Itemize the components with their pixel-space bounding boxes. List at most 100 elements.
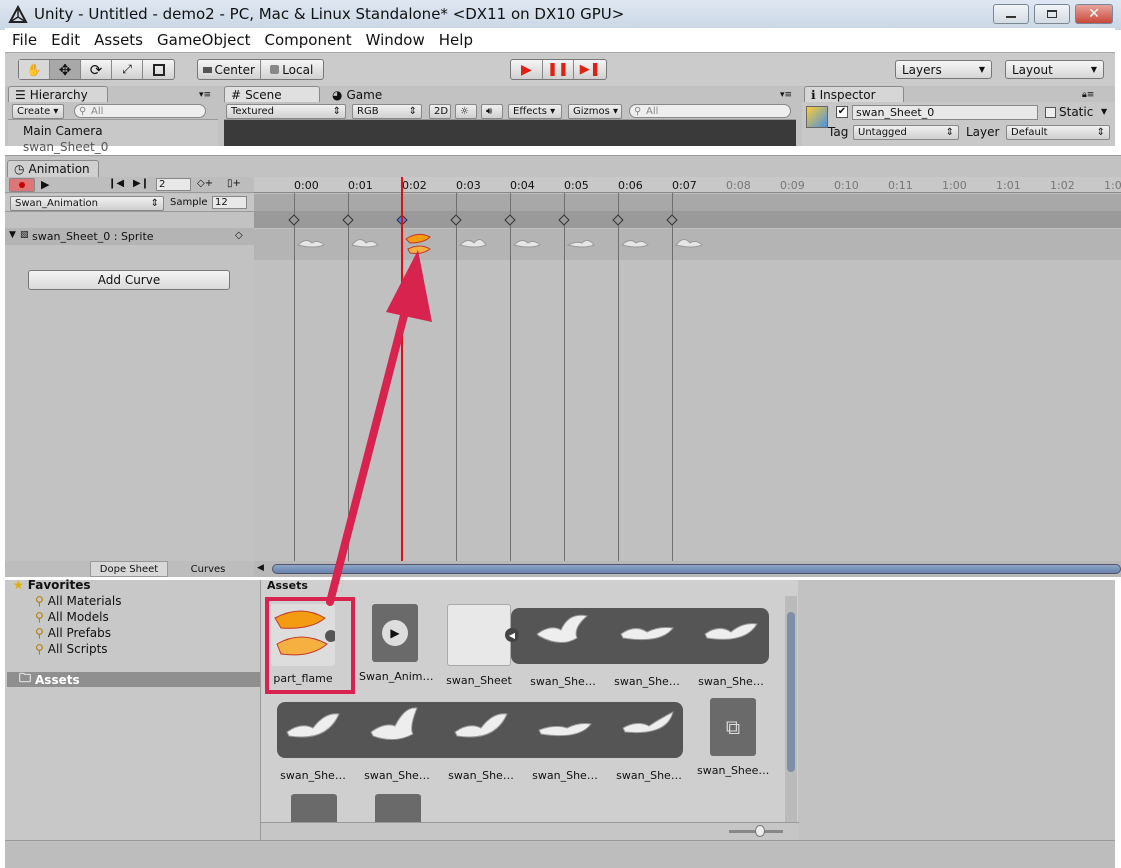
summary-keyframe-row[interactable]	[254, 211, 1121, 228]
tab-scene[interactable]: # Scene	[224, 86, 320, 103]
timeline-scrollbar[interactable]: ◀	[254, 561, 1121, 577]
curves-tab[interactable]: Curves	[170, 561, 246, 577]
object-name-field[interactable]: swan_Sheet_0	[852, 105, 1038, 120]
swan-frame-thumbnail[interactable]	[512, 233, 542, 253]
swan-frame-thumbnail[interactable]	[458, 233, 488, 253]
menu-file[interactable]: File	[12, 31, 37, 49]
gizmos-dropdown[interactable]: Gizmos ▾	[568, 104, 622, 119]
menu-window[interactable]: Window	[366, 31, 425, 49]
hierarchy-item[interactable]: Main Camera	[23, 124, 103, 138]
layer-dropdown[interactable]: Default ⇕	[1006, 125, 1110, 140]
asset-swan-sprite[interactable]: swan_She…	[529, 698, 601, 782]
frame-field[interactable]: 2	[156, 178, 191, 191]
panel-menu-icon[interactable]: ▾≡	[199, 90, 211, 100]
favorite-item[interactable]: ⚲ All Materials	[35, 594, 122, 608]
layers-dropdown[interactable]: Layers ▼	[895, 60, 992, 79]
expand-triangle-icon[interactable]: ▼	[9, 230, 16, 240]
pivot-center-button[interactable]: Center	[198, 60, 261, 79]
asset-swan-sprite[interactable]: swan_She…	[613, 698, 685, 782]
favorites-header[interactable]: ★ Favorites	[13, 578, 90, 592]
asset-swan-sprite[interactable]: swan_She…	[611, 604, 683, 688]
record-button[interactable]	[9, 178, 35, 192]
effects-dropdown[interactable]: Effects ▾	[508, 104, 562, 119]
assets-folder[interactable]: 🗀︎ Assets	[7, 671, 260, 687]
add-curve-button[interactable]: Add Curve	[28, 270, 230, 290]
pivot-local-button[interactable]: Local	[261, 60, 324, 79]
close-button[interactable]: ✕	[1075, 4, 1113, 24]
rect-tool-button[interactable]	[143, 60, 174, 79]
scale-tool-button[interactable]: ⤢	[112, 60, 143, 79]
property-row[interactable]: ▼ ▧ swan_Sheet_0 : Sprite ◇	[5, 228, 254, 245]
asset-swan-sheet[interactable]: swan_Sheet	[443, 604, 515, 687]
sample-field[interactable]: 12	[212, 196, 247, 209]
panel-menu-icon[interactable]: ▾≡	[780, 90, 792, 100]
color-dropdown[interactable]: RGB ⇕	[352, 104, 422, 119]
hand-tool-button[interactable]: ✋	[19, 60, 50, 79]
menu-help[interactable]: Help	[439, 31, 473, 49]
menu-gameobject[interactable]: GameObject	[157, 31, 251, 49]
asset-swan-animation[interactable]: ▶ Swan_Anim…	[359, 604, 433, 683]
asset-swan-controller[interactable]: ⧉ swan_Shee…	[697, 698, 769, 777]
scene-search-input[interactable]: ⚲ All	[629, 104, 791, 118]
tab-hierarchy[interactable]: ☰ Hierarchy	[8, 86, 108, 103]
scene-viewport[interactable]	[224, 120, 796, 146]
active-checkbox[interactable]: ✔	[836, 106, 848, 118]
menu-assets[interactable]: Assets	[94, 31, 143, 49]
prev-keyframe-button[interactable]: ❙◀	[108, 178, 124, 189]
property-keyframe-icon[interactable]: ◇	[235, 230, 243, 241]
swan-frame-thumbnail[interactable]	[350, 233, 380, 253]
asset-swan-sprite[interactable]: swan_She…	[527, 604, 599, 688]
tag-dropdown[interactable]: Untagged ⇕	[853, 125, 959, 140]
lock-icon[interactable]: 🔒︎≡	[1082, 90, 1094, 100]
assets-scroll-thumb[interactable]	[787, 612, 795, 772]
move-tool-button[interactable]: ✥	[50, 60, 81, 79]
minimize-button[interactable]	[993, 4, 1029, 24]
audio-toggle[interactable]: 🔊︎	[481, 104, 503, 119]
asset-swan-sprite[interactable]: swan_She…	[277, 698, 349, 782]
tab-inspector[interactable]: ℹ Inspector	[804, 86, 904, 103]
flame-frame-thumbnail[interactable]	[404, 231, 434, 259]
hierarchy-search-input[interactable]: ⚲ All	[74, 104, 206, 118]
pause-button[interactable]: ❚❚	[543, 60, 575, 79]
asset-swan-sprite[interactable]: swan_She…	[695, 604, 767, 688]
maximize-button[interactable]	[1034, 4, 1070, 24]
swan-frame-thumbnail[interactable]	[296, 233, 326, 253]
menu-edit[interactable]: Edit	[51, 31, 80, 49]
step-button[interactable]: ▶❚	[574, 60, 606, 79]
swan-frame-thumbnail[interactable]	[674, 233, 704, 253]
scroll-thumb[interactable]	[272, 564, 1121, 574]
play-button[interactable]: ▶	[511, 60, 543, 79]
static-checkbox[interactable]	[1045, 107, 1056, 118]
asset-swan-sprite[interactable]: swan_She…	[361, 698, 433, 782]
collapse-arrow-icon[interactable]: ◀	[505, 628, 519, 642]
menu-component[interactable]: Component	[265, 31, 352, 49]
favorite-item[interactable]: ⚲ All Prefabs	[35, 626, 111, 640]
play-animation-button[interactable]: ▶	[41, 178, 49, 191]
time-ruler[interactable]: 0:00 0:01 0:02 0:03 0:04 0:05 0:06 0:07 …	[254, 177, 1121, 193]
timeline-area[interactable]: 0:00 0:01 0:02 0:03 0:04 0:05 0:06 0:07 …	[254, 177, 1121, 561]
layout-dropdown[interactable]: Layout ▼	[1005, 60, 1104, 79]
hierarchy-item[interactable]: swan_Sheet_0	[23, 140, 108, 154]
next-keyframe-button[interactable]: ▶❙	[133, 178, 149, 189]
assets-scrollbar[interactable]	[785, 596, 797, 822]
swan-frame-thumbnail[interactable]	[566, 233, 596, 253]
lighting-toggle[interactable]: ☼	[455, 104, 477, 119]
dope-sheet-tab[interactable]: Dope Sheet	[90, 561, 168, 577]
static-dropdown-icon[interactable]: ▼	[1101, 107, 1107, 116]
shading-dropdown[interactable]: Textured ⇕	[226, 104, 346, 119]
tab-animation[interactable]: ◷ Animation	[7, 160, 99, 177]
rotate-tool-button[interactable]: ⟳	[81, 60, 112, 79]
swan-frame-thumbnail[interactable]	[620, 233, 650, 253]
add-keyframe-button[interactable]: ◇+	[197, 178, 213, 189]
clip-dropdown[interactable]: Swan_Animation ⇕	[10, 196, 164, 211]
create-dropdown[interactable]: Create ▾	[12, 104, 64, 119]
asset-swan-sprite[interactable]: swan_She…	[445, 698, 517, 782]
favorite-item[interactable]: ⚲ All Models	[35, 610, 109, 624]
tab-game[interactable]: ◕ Game	[326, 86, 400, 103]
favorite-item[interactable]: ⚲ All Scripts	[35, 642, 108, 656]
scroll-left-icon[interactable]: ◀	[257, 563, 264, 573]
event-row[interactable]	[254, 194, 1121, 211]
playhead[interactable]	[401, 177, 403, 561]
slider-handle[interactable]	[755, 825, 765, 837]
add-event-button[interactable]: ▯+	[227, 178, 241, 189]
